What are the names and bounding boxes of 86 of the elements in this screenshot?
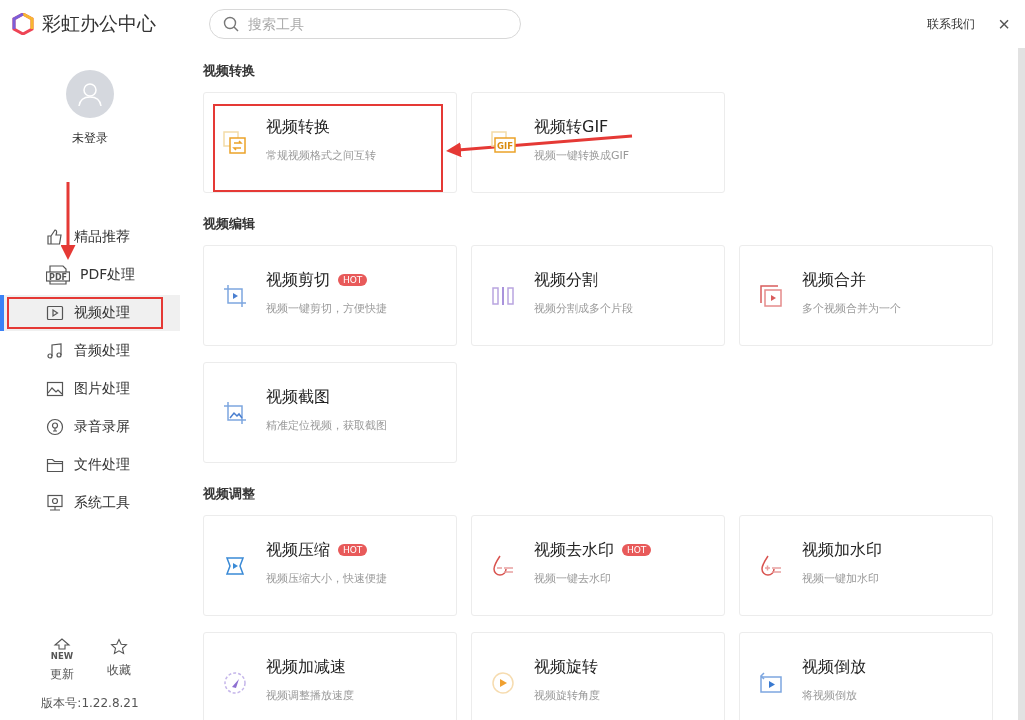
reverse-play-icon	[758, 669, 784, 696]
tool-name: 视频旋转	[534, 656, 598, 678]
section-title: 视频转换	[203, 62, 256, 80]
thumbs-up-icon	[46, 228, 64, 246]
login-status[interactable]: 未登录	[72, 130, 108, 147]
tool-card[interactable]: 视频分割 视频分割成多个片段	[471, 245, 725, 346]
tool-name: 视频加减速	[266, 656, 346, 678]
tool-card[interactable]: 视频合并 多个视频合并为一个	[739, 245, 993, 346]
hot-badge: HOT	[338, 274, 368, 286]
section-title: 视频调整	[203, 485, 256, 503]
sidebar-item[interactable]: 文件处理	[0, 447, 180, 483]
tool-description: 视频旋转角度	[534, 687, 600, 703]
user-icon	[77, 81, 103, 107]
tool-card[interactable]: 视频加水印 视频一键加水印	[739, 515, 993, 616]
favorites-button[interactable]: 收藏	[107, 638, 131, 683]
tool-name: 视频加水印	[802, 539, 882, 561]
logo-icon	[12, 13, 34, 35]
tool-card[interactable]: 视频剪切 HOT 视频一键剪切，方便快捷	[203, 245, 457, 346]
tool-description: 视频一键加水印	[802, 570, 880, 586]
tool-name: 视频转GIF	[534, 116, 609, 138]
convert-icon	[222, 129, 248, 156]
sidebar-item[interactable]: 图片处理	[0, 371, 180, 407]
music-note-icon	[46, 342, 64, 360]
folder-icon	[46, 456, 64, 474]
monitor-icon	[46, 494, 64, 512]
tool-description: 常规视频格式之间互转	[266, 147, 376, 163]
tool-card[interactable]: 视频去水印 HOT 视频一键去水印	[471, 515, 725, 616]
hot-badge: HOT	[338, 544, 368, 556]
section-title: 视频编辑	[203, 215, 256, 233]
hot-badge: HOT	[622, 544, 652, 556]
crop-icon	[222, 282, 248, 309]
tool-card[interactable]: 视频压缩 HOT 视频压缩大小，快速便捷	[203, 515, 457, 616]
tool-card[interactable]: GIF 视频转GIF 视频一键转换成GIF	[471, 92, 725, 193]
tool-name: 视频截图	[266, 386, 330, 408]
play-icon	[46, 304, 64, 322]
tool-description: 视频一键剪切，方便快捷	[266, 300, 387, 316]
tool-description: 将视频倒放	[802, 687, 858, 703]
tool-description: 视频一键去水印	[534, 570, 612, 586]
tool-name: 视频去水印	[534, 539, 614, 561]
sidebar-item[interactable]: 系统工具	[0, 485, 180, 521]
avatar[interactable]	[66, 70, 114, 118]
tool-name: 视频剪切	[266, 269, 330, 291]
tool-description: 视频调整播放速度	[266, 687, 354, 703]
sidebar-label: 录音录屏	[74, 418, 130, 436]
sidebar-item[interactable]: 视频处理	[0, 295, 180, 331]
crop-image-icon	[222, 399, 248, 426]
gauge-icon	[222, 669, 248, 696]
update-button[interactable]: NEW 更新	[49, 638, 75, 683]
version-label: 版本号:1.22.8.21	[41, 695, 139, 712]
sidebar-item[interactable]: PDF PDF处理	[0, 257, 180, 293]
tool-name: 视频转换	[266, 116, 330, 138]
tool-description: 视频一键转换成GIF	[534, 147, 630, 163]
tool-name: 视频倒放	[802, 656, 866, 678]
rotate-play-icon	[490, 669, 516, 696]
sidebar-item[interactable]: 精品推荐	[0, 219, 180, 255]
tool-description: 精准定位视频，获取截图	[266, 417, 387, 433]
sidebar-label: 图片处理	[74, 380, 130, 398]
microphone-icon	[46, 418, 64, 436]
sidebar-item[interactable]: 录音录屏	[0, 409, 180, 445]
tool-card[interactable]: 视频加减速 视频调整播放速度	[203, 632, 457, 720]
tool-card[interactable]: 视频旋转 视频旋转角度	[471, 632, 725, 720]
sidebar-label: 精品推荐	[74, 228, 130, 246]
star-icon	[110, 638, 128, 656]
tool-card[interactable]: 视频倒放 将视频倒放	[739, 632, 993, 720]
tool-description: 视频压缩大小，快速便捷	[266, 570, 387, 586]
close-button[interactable]: ×	[995, 14, 1013, 34]
search-field[interactable]: 搜索工具	[209, 9, 521, 39]
sidebar-label: 文件处理	[74, 456, 130, 474]
tool-name: 视频合并	[802, 269, 866, 291]
sidebar-label: PDF处理	[80, 266, 136, 284]
sidebar-label: 音频处理	[74, 342, 130, 360]
contact-link[interactable]: 联系我们	[927, 15, 975, 33]
stacked-frames-icon	[758, 282, 784, 309]
tool-card[interactable]: 视频截图 精准定位视频，获取截图	[203, 362, 457, 463]
sidebar-item[interactable]: 音频处理	[0, 333, 180, 369]
tool-name: 视频压缩	[266, 539, 330, 561]
pdf-file-icon: PDF	[46, 265, 70, 285]
sidebar-label: 视频处理	[74, 304, 130, 322]
app-title: 彩虹办公中心	[42, 11, 157, 36]
tool-description: 多个视频合并为一个	[802, 300, 901, 316]
sidebar-label: 系统工具	[74, 494, 130, 512]
tool-card[interactable]: 视频转换 常规视频格式之间互转	[203, 92, 457, 193]
search-icon	[223, 16, 239, 32]
tool-description: 视频分割成多个片段	[534, 300, 633, 316]
tool-name: 视频分割	[534, 269, 598, 291]
image-icon	[46, 380, 64, 398]
